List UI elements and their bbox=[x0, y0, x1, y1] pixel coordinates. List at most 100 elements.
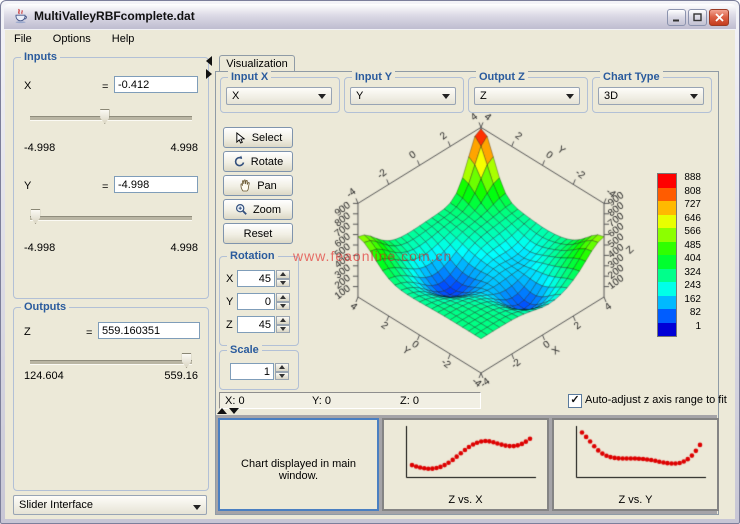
rotation-group-title: Rotation bbox=[227, 250, 278, 262]
pan-button[interactable]: Pan bbox=[223, 175, 293, 196]
thumbnail-label: Z vs. X bbox=[384, 494, 547, 506]
legend-color-segment bbox=[658, 215, 676, 229]
interface-select[interactable]: Slider Interface bbox=[13, 495, 207, 515]
group-title-input-y: Input Y bbox=[352, 71, 395, 83]
equals-sign: = bbox=[86, 327, 92, 339]
thumbnail-z-vs-y[interactable]: Z vs. Y bbox=[552, 418, 719, 511]
splitter-collapse-up-icon[interactable] bbox=[217, 408, 227, 414]
reset-button-label: Reset bbox=[244, 228, 273, 240]
rotation-x-spinner[interactable]: 45 bbox=[237, 270, 290, 287]
menu-file[interactable]: File bbox=[5, 30, 41, 48]
input-x-slider-thumb[interactable] bbox=[99, 109, 110, 124]
legend-color-segment bbox=[658, 255, 676, 269]
output-z-slider-thumb[interactable] bbox=[181, 353, 192, 368]
legend-tick-label: 162 bbox=[677, 293, 701, 307]
output-z-selector-group: Output Z Z bbox=[468, 77, 588, 113]
input-x-label: X bbox=[24, 80, 31, 92]
input-y-value-field[interactable]: -4.998 bbox=[114, 176, 198, 193]
magnifier-plus-icon bbox=[235, 203, 248, 216]
chart-type-combobox[interactable]: 3D bbox=[598, 87, 704, 105]
titlebar[interactable]: MultiValleyRBFcomplete.dat bbox=[4, 4, 736, 29]
input-x-combobox[interactable]: X bbox=[226, 87, 332, 105]
chevron-down-icon[interactable] bbox=[439, 90, 453, 102]
rotation-z-value[interactable]: 45 bbox=[237, 316, 275, 333]
maximize-button[interactable] bbox=[688, 9, 707, 26]
menu-help[interactable]: Help bbox=[103, 30, 144, 48]
splitter-expand-right-icon[interactable] bbox=[206, 69, 212, 79]
rotate-button-label: Rotate bbox=[251, 156, 283, 168]
legend-color-segment bbox=[658, 323, 676, 337]
input-y-label: Y bbox=[24, 180, 31, 192]
legend-tick-label: 808 bbox=[677, 185, 701, 199]
rotation-x-value[interactable]: 45 bbox=[237, 270, 275, 287]
tab-visualization[interactable]: Visualization bbox=[219, 55, 295, 72]
thumbnail-main-chart[interactable]: Chart displayed in main window. bbox=[218, 418, 379, 511]
menu-options[interactable]: Options bbox=[44, 30, 100, 48]
spinner-up-down-buttons[interactable] bbox=[276, 293, 290, 310]
output-z-combobox[interactable]: Z bbox=[474, 87, 580, 105]
equals-sign: = bbox=[102, 181, 108, 193]
input-y-selector-group: Input Y Y bbox=[344, 77, 464, 113]
outputs-group-title: Outputs bbox=[21, 301, 69, 313]
output-z-value-field[interactable]: 559.160351 bbox=[98, 322, 200, 339]
combo-value: Y bbox=[356, 90, 363, 102]
minimize-button[interactable] bbox=[667, 9, 686, 26]
input-x-value-field[interactable]: -0.412 bbox=[114, 76, 198, 93]
chart-thumbnails-strip: Chart displayed in main window. Z vs. X … bbox=[216, 415, 717, 514]
pan-button-label: Pan bbox=[257, 180, 277, 192]
input-y-combobox[interactable]: Y bbox=[350, 87, 456, 105]
input-y-slider-thumb[interactable] bbox=[30, 209, 41, 224]
input-y-slider-track[interactable] bbox=[30, 216, 192, 221]
scale-value[interactable]: 1 bbox=[230, 363, 274, 380]
scale-group-title: Scale bbox=[227, 344, 262, 356]
rotation-z-spinner[interactable]: 45 bbox=[237, 316, 290, 333]
legend-tick-label: 485 bbox=[677, 239, 701, 253]
input-x-slider-range: -4.998 4.998 bbox=[24, 142, 198, 154]
scale-spinner[interactable]: 1 bbox=[230, 363, 289, 380]
chevron-down-icon[interactable] bbox=[315, 90, 329, 102]
close-button[interactable] bbox=[709, 9, 729, 26]
status-y: Y: 0 bbox=[312, 395, 331, 407]
status-z: Z: 0 bbox=[400, 395, 419, 407]
chevron-down-icon[interactable] bbox=[563, 90, 577, 102]
splitter-collapse-left-icon[interactable] bbox=[206, 56, 212, 66]
spinner-up-down-buttons[interactable] bbox=[275, 363, 289, 380]
rotate-button[interactable]: Rotate bbox=[223, 151, 293, 172]
auto-adjust-label: Auto-adjust z axis range to fit bbox=[585, 394, 727, 406]
legend-labels: 888808727646566485404324243162821 bbox=[677, 171, 701, 333]
select-button[interactable]: Select bbox=[223, 127, 293, 148]
rotation-y-value[interactable]: 0 bbox=[237, 293, 275, 310]
splitter-expand-down-icon[interactable] bbox=[229, 408, 239, 414]
thumbnail-z-vs-x[interactable]: Z vs. X bbox=[382, 418, 549, 511]
watermark: www.feaonline.com.cn bbox=[293, 248, 452, 264]
rotation-y-spinner[interactable]: 0 bbox=[237, 293, 290, 310]
legend-tick-label: 404 bbox=[677, 252, 701, 266]
chevron-down-icon[interactable] bbox=[687, 90, 701, 102]
application-window: MultiValleyRBFcomplete.dat File Options … bbox=[0, 0, 740, 524]
rotation-group: Rotation X 45 Y 0 Z 45 bbox=[219, 256, 299, 346]
spinner-up-down-buttons[interactable] bbox=[276, 270, 290, 287]
group-title-chart-type: Chart Type bbox=[600, 71, 663, 83]
rotation-x-label: X bbox=[226, 273, 233, 285]
combo-value: Z bbox=[480, 90, 487, 102]
input-x-min: -4.998 bbox=[24, 142, 55, 154]
equals-sign: = bbox=[102, 81, 108, 93]
legend-color-segment bbox=[658, 174, 676, 188]
legend-tick-label: 82 bbox=[677, 306, 701, 320]
reset-button[interactable]: Reset bbox=[223, 223, 293, 244]
interface-select-value: Slider Interface bbox=[19, 499, 93, 511]
legend-color-segment bbox=[658, 309, 676, 323]
spinner-up-down-buttons[interactable] bbox=[276, 316, 290, 333]
zoom-button-label: Zoom bbox=[253, 204, 281, 216]
legend-tick-label: 243 bbox=[677, 279, 701, 293]
minimize-icon bbox=[672, 13, 681, 22]
zoom-button[interactable]: Zoom bbox=[223, 199, 293, 220]
group-title-output-z: Output Z bbox=[476, 71, 528, 83]
auto-adjust-checkbox[interactable] bbox=[568, 394, 582, 408]
inputs-group-title: Inputs bbox=[21, 51, 60, 63]
output-z-slider-track[interactable] bbox=[30, 360, 192, 365]
input-x-slider-track[interactable] bbox=[30, 116, 192, 121]
select-button-label: Select bbox=[252, 132, 283, 144]
chevron-down-icon[interactable] bbox=[190, 501, 204, 513]
window-title: MultiValleyRBFcomplete.dat bbox=[34, 9, 195, 23]
